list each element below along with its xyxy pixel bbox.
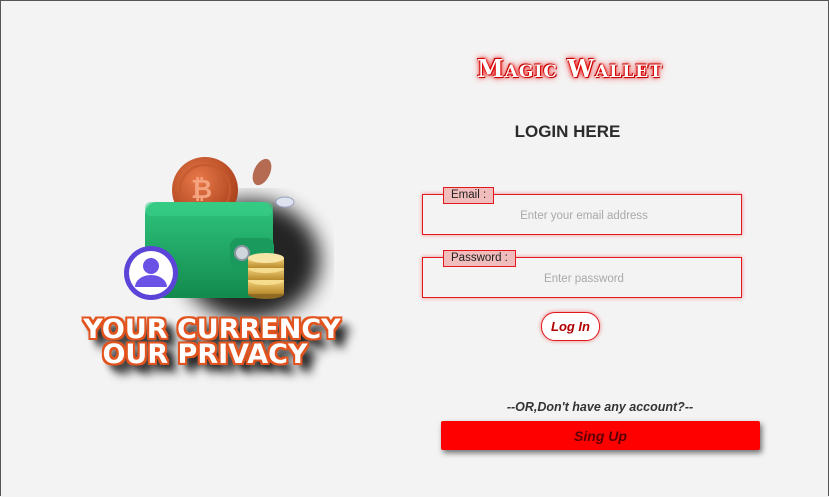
email-input[interactable] — [423, 201, 745, 231]
slogan-line-2: OUR PRIVACY — [102, 339, 308, 370]
small-coin-icon — [252, 158, 295, 208]
coin-stack-icon — [248, 253, 284, 299]
password-field: Password : — [422, 250, 745, 298]
brand-logo: Magic Wallet — [477, 54, 663, 83]
user-avatar-icon — [124, 246, 178, 300]
page-title: LOGIN HERE — [514, 122, 621, 141]
signup-button[interactable]: Sing Up — [441, 421, 760, 450]
bitcoin-symbol: ₿ — [191, 175, 213, 205]
signup-prompt: --OR,Don't have any account?-- — [506, 400, 694, 414]
password-input[interactable] — [423, 264, 745, 294]
login-button[interactable]: Log In — [541, 312, 600, 341]
email-field: Email : — [422, 187, 745, 235]
